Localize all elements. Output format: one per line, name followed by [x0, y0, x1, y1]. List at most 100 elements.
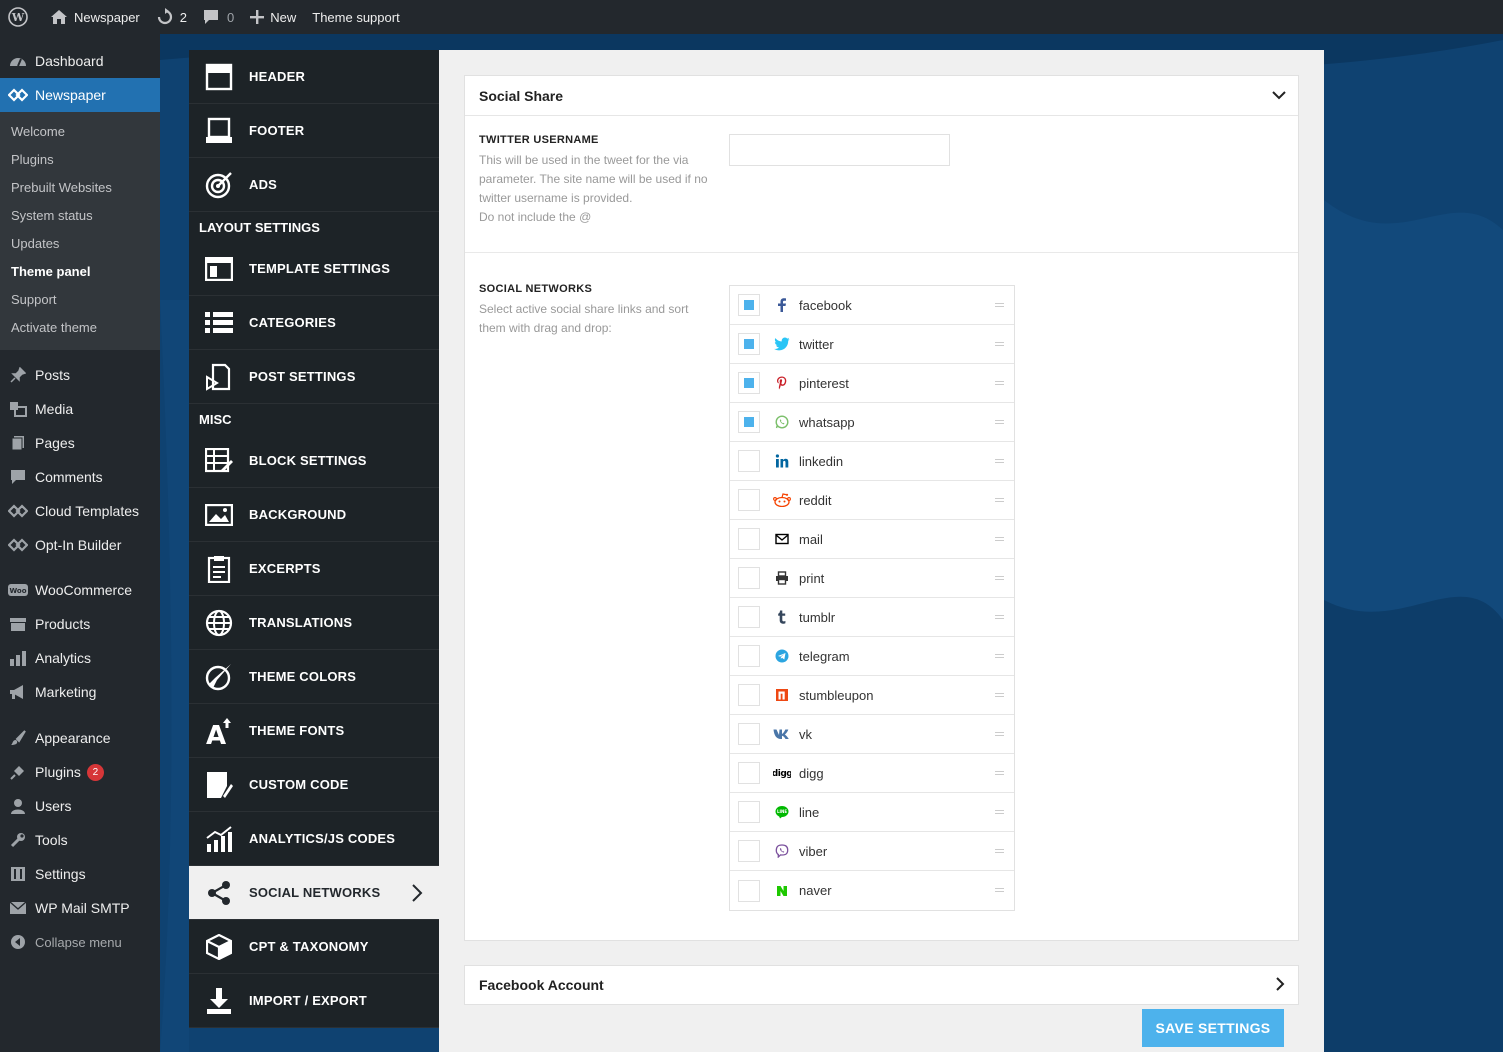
menu-appearance[interactable]: Appearance	[0, 721, 160, 755]
submenu-prebuilt-websites[interactable]: Prebuilt Websites	[0, 174, 160, 202]
nav-import-export[interactable]: IMPORT / EXPORT	[189, 974, 439, 1028]
network-digg[interactable]: digg digg	[730, 754, 1014, 793]
menu-settings[interactable]: Settings	[0, 857, 160, 891]
network-mail[interactable]: mail	[730, 520, 1014, 559]
network-print[interactable]: print	[730, 559, 1014, 598]
new-content-link[interactable]: New	[242, 0, 304, 34]
menu-newspaper[interactable]: Newspaper	[0, 78, 160, 112]
drag-handle-icon[interactable]	[995, 693, 1004, 697]
network-checkbox[interactable]	[738, 879, 760, 902]
network-whatsapp[interactable]: whatsapp	[730, 403, 1014, 442]
submenu-system-status[interactable]: System status	[0, 202, 160, 230]
updates-link[interactable]: 2	[148, 0, 195, 34]
menu-users[interactable]: Users	[0, 789, 160, 823]
submenu-updates[interactable]: Updates	[0, 230, 160, 258]
network-viber[interactable]: viber	[730, 832, 1014, 871]
drag-handle-icon[interactable]	[995, 303, 1004, 307]
network-vk[interactable]: vk	[730, 715, 1014, 754]
menu-posts[interactable]: Posts	[0, 358, 160, 392]
chevron-right-icon[interactable]	[1274, 977, 1286, 994]
wordpress-logo-icon[interactable]: W	[0, 0, 42, 34]
menu-opt-in-builder[interactable]: Opt-In Builder	[0, 528, 160, 562]
network-checkbox[interactable]	[738, 411, 760, 433]
menu-analytics[interactable]: Analytics	[0, 641, 160, 675]
menu-media[interactable]: Media	[0, 392, 160, 426]
menu-pages[interactable]: Pages	[0, 426, 160, 460]
network-checkbox[interactable]	[738, 372, 760, 394]
submenu-plugins[interactable]: Plugins	[0, 146, 160, 174]
drag-handle-icon[interactable]	[995, 810, 1004, 814]
network-linkedin[interactable]: linkedin	[730, 442, 1014, 481]
drag-handle-icon[interactable]	[995, 381, 1004, 385]
theme-support-link[interactable]: Theme support	[304, 0, 407, 34]
menu-dashboard[interactable]: Dashboard	[0, 44, 160, 78]
facebook-account-header[interactable]: Facebook Account	[465, 966, 1298, 1004]
drag-handle-icon[interactable]	[995, 420, 1004, 424]
nav-template-settings[interactable]: TEMPLATE SETTINGS	[189, 242, 439, 296]
menu-tools[interactable]: Tools	[0, 823, 160, 857]
drag-handle-icon[interactable]	[995, 342, 1004, 346]
nav-cpt-taxonomy[interactable]: CPT & TAXONOMY	[189, 920, 439, 974]
network-checkbox[interactable]	[738, 489, 760, 511]
submenu-welcome[interactable]: Welcome	[0, 118, 160, 146]
network-twitter[interactable]: twitter	[730, 325, 1014, 364]
network-checkbox[interactable]	[738, 567, 760, 589]
menu-cloud-templates[interactable]: Cloud Templates	[0, 494, 160, 528]
network-checkbox[interactable]	[738, 801, 760, 823]
network-checkbox[interactable]	[738, 684, 760, 706]
network-checkbox[interactable]	[738, 840, 760, 862]
nav-translations[interactable]: TRANSLATIONS	[189, 596, 439, 650]
network-tumblr[interactable]: tumblr	[730, 598, 1014, 637]
collapse-menu-button[interactable]: Collapse menu	[0, 925, 160, 959]
drag-handle-icon[interactable]	[995, 576, 1004, 580]
drag-handle-icon[interactable]	[995, 537, 1004, 541]
nav-analytics[interactable]: ANALYTICS/JS CODES	[189, 812, 439, 866]
network-stumbleupon[interactable]: stumbleupon	[730, 676, 1014, 715]
drag-handle-icon[interactable]	[995, 615, 1004, 619]
network-checkbox[interactable]	[738, 762, 760, 784]
network-checkbox[interactable]	[738, 294, 760, 316]
nav-excerpts[interactable]: EXCERPTS	[189, 542, 439, 596]
nav-social-networks[interactable]: SOCIAL NETWORKS	[189, 866, 439, 920]
drag-handle-icon[interactable]	[995, 459, 1004, 463]
network-telegram[interactable]: telegram	[730, 637, 1014, 676]
social-share-header[interactable]: Social Share	[465, 76, 1298, 116]
nav-background[interactable]: BACKGROUND	[189, 488, 439, 542]
menu-products[interactable]: Products	[0, 607, 160, 641]
twitter-username-input[interactable]	[729, 134, 950, 166]
nav-ads[interactable]: ADS	[189, 158, 439, 212]
site-name-link[interactable]: Newspaper	[42, 0, 148, 34]
menu-wp-mail-smtp[interactable]: WP Mail SMTP	[0, 891, 160, 925]
nav-categories[interactable]: CATEGORIES	[189, 296, 439, 350]
submenu-activate-theme[interactable]: Activate theme	[0, 314, 160, 342]
drag-handle-icon[interactable]	[995, 888, 1004, 892]
network-pinterest[interactable]: pinterest	[730, 364, 1014, 403]
network-checkbox[interactable]	[738, 450, 760, 472]
network-checkbox[interactable]	[738, 606, 760, 628]
drag-handle-icon[interactable]	[995, 849, 1004, 853]
nav-header[interactable]: HEADER	[189, 50, 439, 104]
comments-link[interactable]: 0	[195, 0, 242, 34]
network-reddit[interactable]: reddit	[730, 481, 1014, 520]
nav-block-settings[interactable]: BLOCK SETTINGS	[189, 434, 439, 488]
nav-theme-fonts[interactable]: A THEME FONTS	[189, 704, 439, 758]
network-checkbox[interactable]	[738, 645, 760, 667]
drag-handle-icon[interactable]	[995, 498, 1004, 502]
nav-theme-colors[interactable]: THEME COLORS	[189, 650, 439, 704]
network-checkbox[interactable]	[738, 333, 760, 355]
menu-comments[interactable]: Comments	[0, 460, 160, 494]
menu-woocommerce[interactable]: Woo WooCommerce	[0, 573, 160, 607]
network-line[interactable]: LINE line	[730, 793, 1014, 832]
network-checkbox[interactable]	[738, 528, 760, 550]
nav-post-settings[interactable]: POST SETTINGS	[189, 350, 439, 404]
save-settings-button[interactable]: SAVE SETTINGS	[1142, 1009, 1284, 1047]
menu-marketing[interactable]: Marketing	[0, 675, 160, 709]
drag-handle-icon[interactable]	[995, 654, 1004, 658]
network-checkbox[interactable]	[738, 723, 760, 745]
nav-footer[interactable]: FOOTER	[189, 104, 439, 158]
menu-plugins[interactable]: Plugins 2	[0, 755, 160, 789]
nav-custom-code[interactable]: CUSTOM CODE	[189, 758, 439, 812]
chevron-down-icon[interactable]	[1272, 88, 1286, 105]
submenu-support[interactable]: Support	[0, 286, 160, 314]
network-facebook[interactable]: facebook	[730, 286, 1014, 325]
